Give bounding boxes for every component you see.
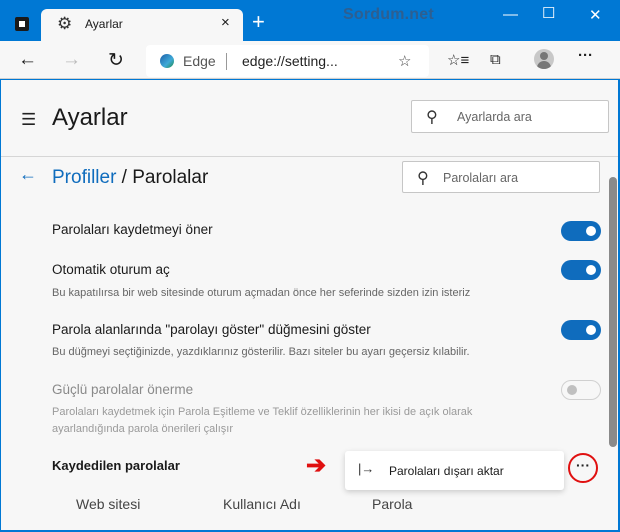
profile-avatar[interactable] (534, 49, 554, 69)
header-divider (1, 156, 618, 157)
hamburger-menu-icon[interactable]: ☰ (21, 110, 36, 130)
saved-passwords-heading: Kaydedilen parolalar (52, 458, 180, 473)
search-icon: ⚲ (426, 109, 438, 126)
settings-page: ☰ Ayarlar ⚲ Ayarlarda ara ← Profiller / … (1, 80, 618, 530)
export-icon: |→ (358, 461, 375, 476)
tab-title: Ayarlar (85, 17, 123, 31)
browser-toolbar: ← → ↻ Edge edge://setting... ☆ ☆≡ ⧉ ··· (0, 41, 620, 79)
strong-password-toggle[interactable] (561, 380, 601, 400)
search-icon: ⚲ (417, 170, 429, 187)
search-placeholder: Ayarlarda ara (457, 110, 532, 124)
address-brand: Edge (183, 53, 216, 69)
password-search-input[interactable]: ⚲ Parolaları ara (402, 161, 600, 193)
setting-title: Parola alanlarında "parolayı göster" düğ… (52, 322, 371, 337)
setting-title: Güçlü parolalar önerme (52, 382, 194, 397)
more-menu-icon[interactable]: ··· (578, 47, 593, 64)
workspaces-icon[interactable] (15, 17, 29, 31)
setting-description: Parolaları kaydetmek için Parola Eşitlem… (52, 406, 473, 435)
reveal-password-toggle[interactable] (561, 320, 601, 340)
column-header-password[interactable]: Parola (372, 496, 412, 512)
column-header-website[interactable]: Web sitesi (76, 496, 140, 512)
back-arrow-icon[interactable]: ← (19, 164, 37, 185)
gear-icon: ⚙ (57, 14, 73, 33)
more-actions-button[interactable]: ··· (568, 453, 598, 483)
setting-title: Otomatik oturum aç (52, 262, 170, 277)
favorites-icon[interactable]: ☆≡ (447, 51, 469, 69)
breadcrumb: Profiller / Parolalar (52, 167, 208, 189)
collections-icon[interactable]: ⧉ (490, 51, 501, 68)
auto-signin-toggle[interactable] (561, 260, 601, 280)
scrollbar-thumb[interactable] (609, 177, 617, 447)
maximize-button[interactable]: ☐ (542, 4, 555, 22)
refresh-icon[interactable]: ↻ (108, 49, 124, 72)
breadcrumb-current: Parolalar (132, 167, 209, 188)
search-placeholder: Parolaları ara (443, 171, 519, 185)
breadcrumb-separator: / (116, 167, 133, 188)
edge-logo-icon (160, 54, 174, 68)
forward-arrow-icon[interactable]: → (62, 49, 81, 71)
tab-settings[interactable]: ⚙ Ayarlar × (41, 9, 243, 41)
breadcrumb-profiles-link[interactable]: Profiller (52, 167, 116, 188)
setting-title: Parolaları kaydetmeyi öner (52, 222, 213, 237)
address-divider (226, 53, 227, 70)
export-passwords-menu-item[interactable]: Parolaları dışarı aktar (389, 464, 504, 478)
add-favorite-icon[interactable]: ☆ (398, 52, 411, 70)
watermark: Sordum.net (343, 6, 434, 23)
close-window-button[interactable]: ✕ (589, 6, 602, 24)
page-title: Ayarlar (52, 104, 128, 131)
annotation-arrow: ➔ (306, 452, 327, 479)
offer-save-toggle[interactable] (561, 221, 601, 241)
title-bar: ⚙ Ayarlar × + Sordum.net — ☐ ✕ (0, 0, 620, 41)
back-arrow-icon[interactable]: ← (18, 49, 37, 71)
close-tab-icon[interactable]: × (221, 14, 230, 31)
setting-description: Bu kapatılırsa bir web sitesinde oturum … (52, 287, 471, 299)
address-bar[interactable]: Edge edge://setting... ☆ (146, 45, 429, 77)
export-menu: |→ Parolaları dışarı aktar (345, 451, 564, 490)
new-tab-button[interactable]: + (252, 9, 265, 35)
settings-search-input[interactable]: ⚲ Ayarlarda ara (411, 100, 609, 133)
column-header-username[interactable]: Kullanıcı Adı (223, 496, 301, 512)
minimize-button[interactable]: — (503, 6, 518, 23)
setting-description: Bu düğmeyi seçtiğinizde, yazdıklarınız g… (52, 346, 470, 358)
address-url[interactable]: edge://setting... (242, 53, 338, 69)
